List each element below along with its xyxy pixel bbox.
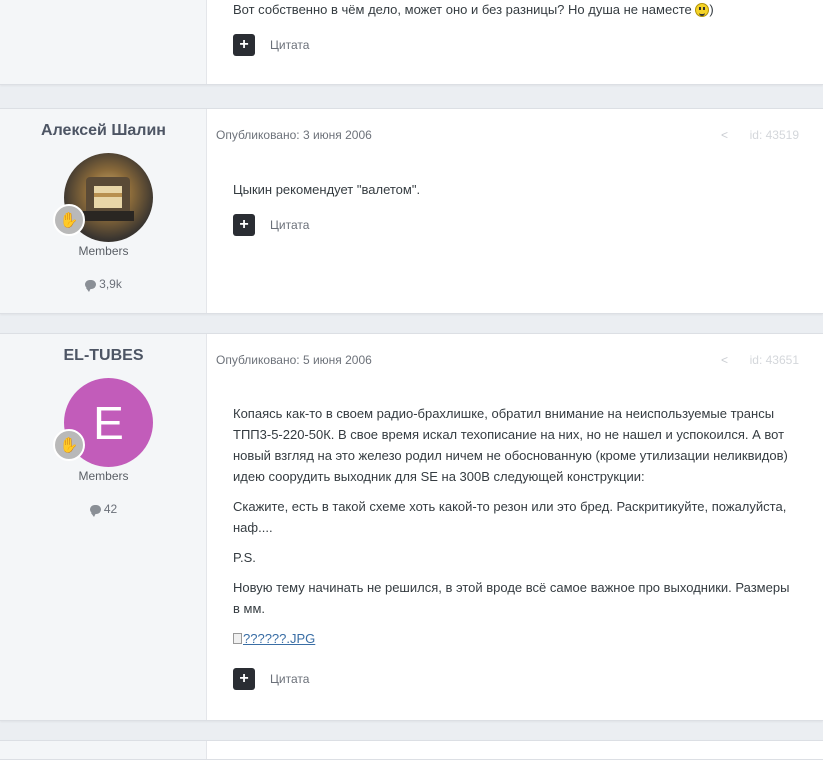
share-icon[interactable]: <: [721, 128, 728, 142]
quote-row: + Цитата: [233, 214, 309, 236]
author-name[interactable]: Алексей Шалин: [0, 122, 207, 140]
share-icon[interactable]: <: [721, 353, 728, 367]
post-43519: Алексей Шалин ✋ Members 3,9k Опубликован…: [0, 108, 823, 314]
plus-icon[interactable]: +: [233, 668, 255, 690]
quote-button[interactable]: Цитата: [270, 218, 309, 232]
smile-emoji-icon: [695, 3, 710, 17]
author-name[interactable]: EL-TUBES: [0, 347, 207, 365]
published-date[interactable]: Опубликовано: 5 июня 2006: [216, 353, 372, 367]
post-content: Опубликовано: 3 июня 2006 < id: 43519 Цы…: [207, 109, 823, 313]
post-count-value: 3,9k: [99, 277, 122, 291]
member-group: Members: [78, 244, 129, 258]
post-next: [0, 740, 823, 760]
post-text: Цыкин рекомендует "валетом".: [233, 179, 795, 210]
comment-icon: [89, 505, 101, 517]
rank-icon: ✋: [53, 204, 85, 236]
post-text-line: Вот собственно в чём дело, может оно и б…: [233, 2, 692, 17]
post-text: Вот собственно в чём дело, может оно и б…: [233, 0, 795, 30]
post-count: 42: [0, 502, 207, 517]
post-text: Копаясь как-то в своем радио-брахлишке, …: [233, 403, 795, 649]
post-paragraph: Копаясь как-то в своем радио-брахлишке, …: [233, 406, 788, 484]
author-panel: EL-TUBES E ✋ Members 42: [0, 334, 207, 720]
rank-icon: ✋: [53, 429, 85, 461]
comment-icon: [85, 280, 97, 292]
author-panel: [0, 741, 207, 759]
post-previous: Вот собственно в чём дело, может оно и б…: [0, 0, 823, 85]
post-content: Вот собственно в чём дело, может оно и б…: [207, 0, 823, 84]
plus-icon[interactable]: +: [233, 214, 255, 236]
post-id: id: 43519: [749, 128, 799, 142]
post-paragraph: Цыкин рекомендует "валетом".: [233, 182, 421, 197]
avatar-letter: E: [93, 396, 124, 449]
quote-button[interactable]: Цитата: [270, 672, 309, 686]
post-content: Опубликовано: 5 июня 2006 < id: 43651 Ко…: [207, 334, 823, 720]
post-paragraph: Скажите, есть в такой схеме хоть какой-т…: [233, 499, 787, 535]
broken-image-link[interactable]: ??????.JPG: [233, 631, 315, 646]
post-paragraph: Новую тему начинать не решился, в этой в…: [233, 580, 790, 616]
image-alt-text: ??????.JPG: [243, 631, 316, 646]
post-count: 3,9k: [0, 277, 207, 292]
plus-icon[interactable]: +: [233, 34, 255, 56]
author-panel: [0, 0, 207, 84]
post-count-value: 42: [103, 502, 118, 516]
quote-button[interactable]: Цитата: [270, 38, 309, 52]
member-group: Members: [78, 469, 129, 483]
post-43651: EL-TUBES E ✋ Members 42 Опубликовано: 5 …: [0, 333, 823, 721]
quote-row: + Цитата: [233, 668, 309, 690]
post-text-end: ): [709, 2, 714, 17]
post-paragraph: P.S.: [233, 550, 256, 565]
author-panel: Алексей Шалин ✋ Members 3,9k: [0, 109, 207, 313]
post-id: id: 43651: [749, 353, 799, 367]
broken-image-icon: [233, 633, 242, 644]
published-date[interactable]: Опубликовано: 3 июня 2006: [216, 128, 372, 142]
quote-row: + Цитата: [233, 34, 309, 56]
